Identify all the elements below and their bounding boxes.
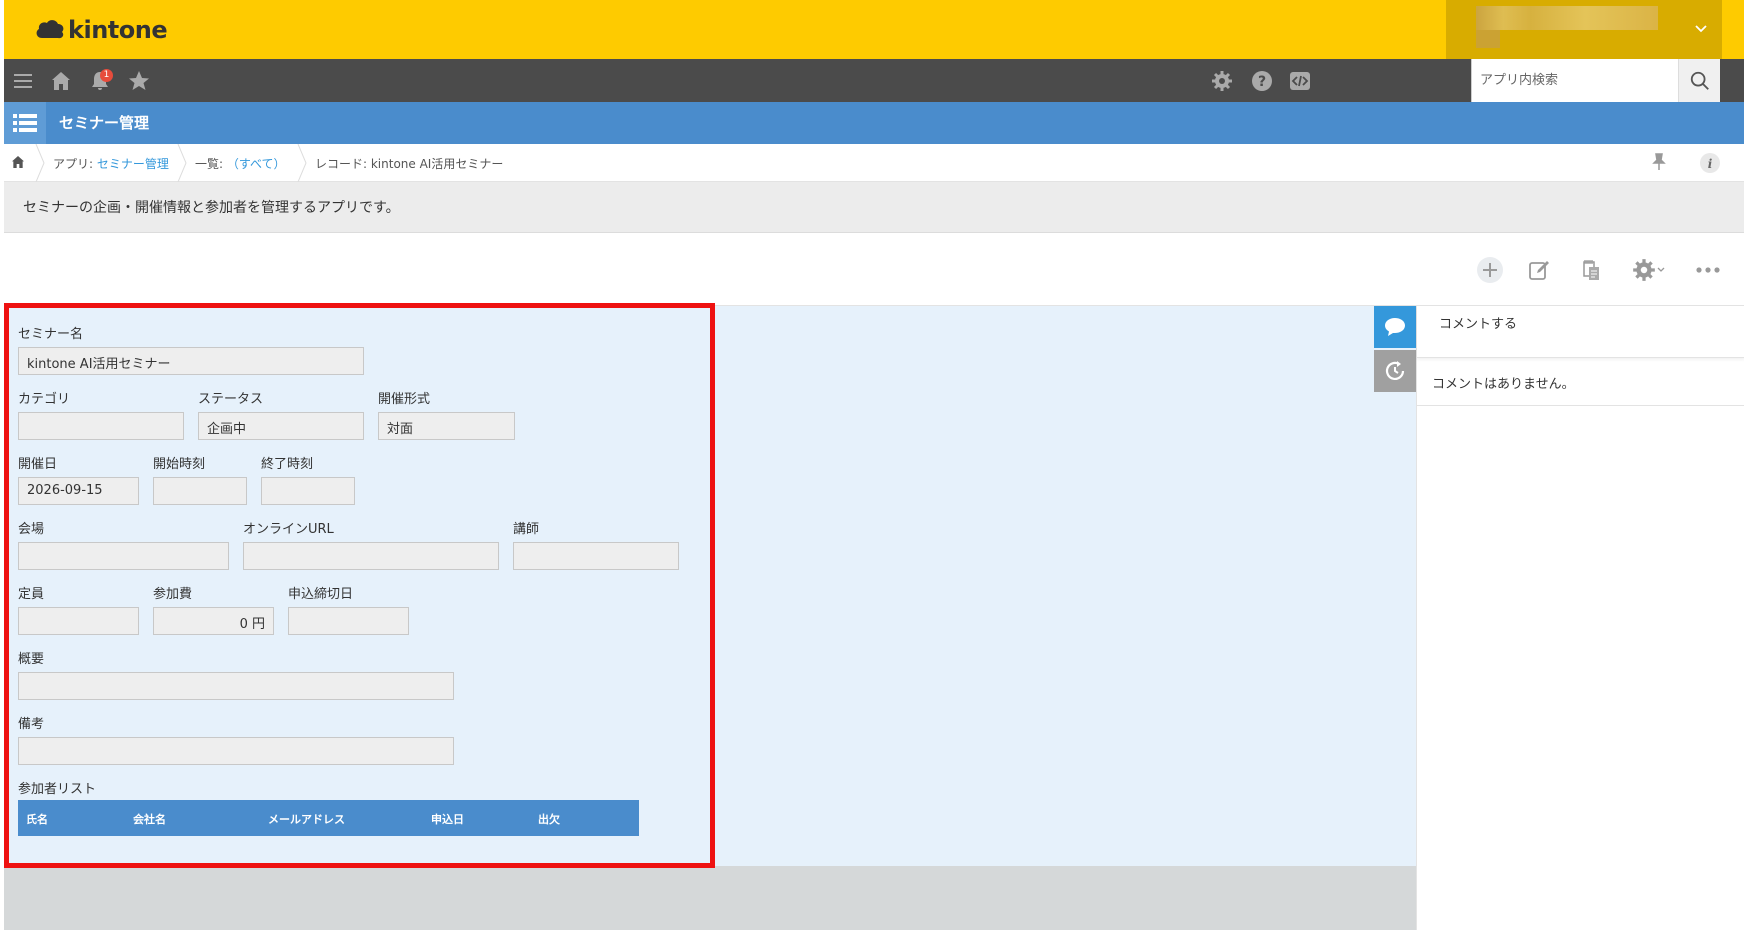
- global-header: kintone: [4, 0, 1744, 59]
- breadcrumb-separator: [177, 144, 187, 182]
- record-settings-button[interactable]: [1624, 254, 1672, 286]
- more-dots-icon: [1696, 267, 1720, 273]
- gear-icon: [1633, 259, 1655, 281]
- breadcrumb-app[interactable]: アプリ: セミナー管理: [53, 155, 169, 172]
- breadcrumb-home-icon[interactable]: [10, 154, 26, 173]
- breadcrumb-separator: [297, 144, 307, 182]
- breadcrumb-record: レコード: kintone AI活用セミナー: [315, 157, 504, 171]
- copy-icon: [1583, 260, 1599, 280]
- global-nav: 1 ?: [4, 59, 1744, 102]
- history-icon: [1385, 361, 1405, 380]
- edit-record-button[interactable]: [1523, 254, 1555, 286]
- duplicate-record-button[interactable]: [1575, 254, 1607, 286]
- home-icon[interactable]: [46, 66, 76, 96]
- plus-icon: [1477, 257, 1503, 283]
- tab-history[interactable]: [1374, 350, 1416, 392]
- app-description: セミナーの企画・開催情報と参加者を管理するアプリです。: [4, 182, 1744, 233]
- search-button[interactable]: [1678, 59, 1720, 102]
- user-avatar-blurred: [1476, 30, 1500, 48]
- record-footer-area: [4, 866, 1416, 930]
- app-description-text: セミナーの企画・開催情報と参加者を管理するアプリです。: [23, 200, 400, 216]
- comment-list: コメントはありません。: [1417, 358, 1744, 406]
- edit-pencil-icon: [1529, 261, 1549, 280]
- user-menu[interactable]: [1446, 0, 1722, 59]
- breadcrumb-list[interactable]: 一覧: （すべて）: [195, 155, 286, 172]
- app-title-bar: セミナー管理: [4, 102, 1744, 144]
- help-icon[interactable]: ?: [1247, 66, 1277, 96]
- info-icon[interactable]: i: [1700, 153, 1720, 176]
- no-comments-message: コメントはありません。: [1432, 377, 1575, 392]
- chevron-down-icon: [1657, 267, 1665, 272]
- comment-placeholder: コメントする: [1439, 317, 1518, 332]
- breadcrumb-separator: [35, 144, 45, 182]
- code-icon[interactable]: [1285, 66, 1315, 96]
- svg-text:?: ?: [1258, 74, 1266, 90]
- app-search: [1471, 59, 1720, 102]
- menu-icon[interactable]: [8, 66, 38, 96]
- app-title[interactable]: セミナー管理: [59, 112, 149, 133]
- favorites-star-icon[interactable]: [124, 66, 154, 96]
- breadcrumb-app-prefix: アプリ:: [53, 157, 97, 171]
- settings-gear-icon[interactable]: [1207, 66, 1237, 96]
- breadcrumb-list-link[interactable]: （すべて）: [227, 157, 286, 171]
- kintone-logo[interactable]: kintone: [34, 14, 168, 46]
- cloud-logo-icon: [36, 20, 64, 39]
- search-input[interactable]: [1472, 59, 1680, 102]
- notification-bell-icon[interactable]: 1: [85, 66, 115, 96]
- more-options-button[interactable]: [1692, 254, 1724, 286]
- comment-sidebar: コメントする コメントはありません。: [1416, 306, 1744, 930]
- notification-badge: 1: [100, 69, 113, 82]
- breadcrumb-app-link[interactable]: セミナー管理: [97, 157, 169, 171]
- comment-bubble-icon: [1385, 318, 1405, 336]
- record-toolbar: [4, 233, 1744, 306]
- tab-comments[interactable]: [1374, 306, 1416, 348]
- logo-text: kintone: [68, 16, 168, 44]
- sidebar-tabs: [1374, 306, 1416, 392]
- highlight-frame: [4, 303, 715, 868]
- pin-icon[interactable]: [1652, 153, 1666, 174]
- app-list-icon[interactable]: [4, 102, 46, 144]
- comment-input[interactable]: コメントする: [1417, 306, 1744, 358]
- user-name-blurred: [1476, 6, 1658, 30]
- breadcrumb-list-prefix: 一覧:: [195, 157, 227, 171]
- add-record-button[interactable]: [1474, 254, 1506, 286]
- breadcrumb: アプリ: セミナー管理 一覧: （すべて） レコード: kintone AI活用…: [4, 144, 1744, 182]
- chevron-down-icon: [1695, 25, 1707, 33]
- search-icon: [1690, 71, 1709, 90]
- svg-text:i: i: [1708, 157, 1713, 171]
